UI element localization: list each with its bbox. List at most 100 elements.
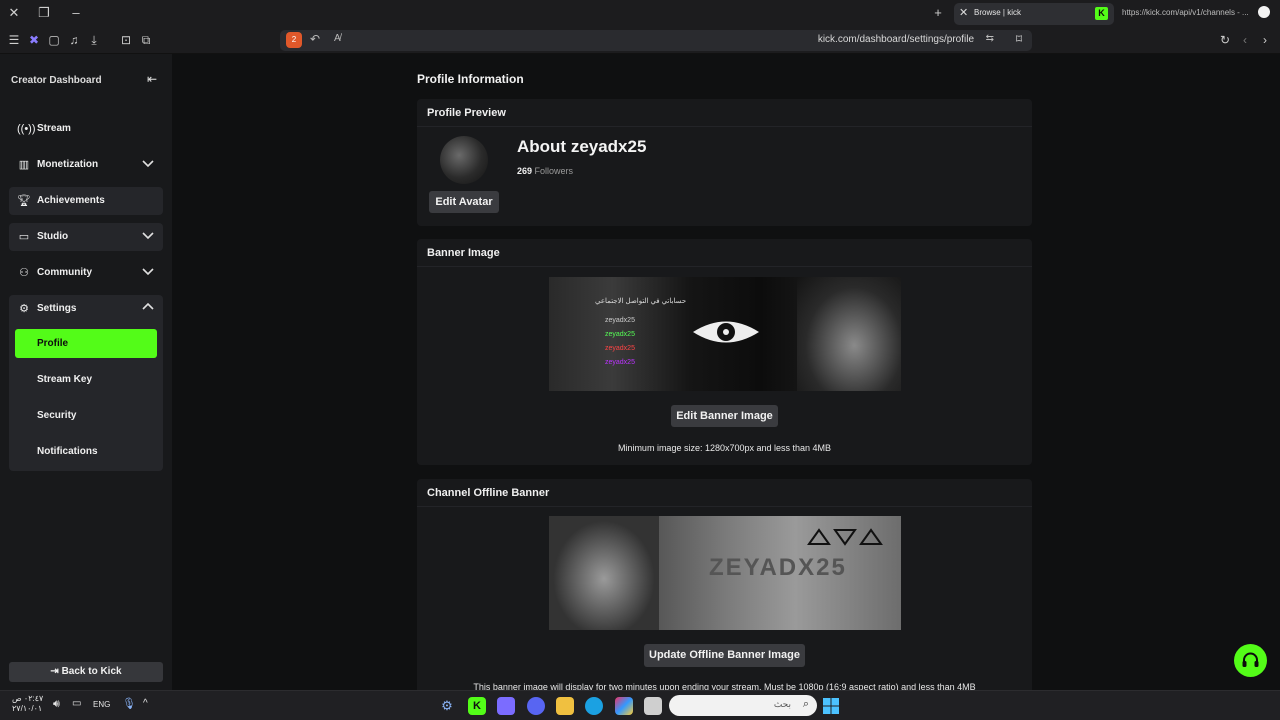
microphone-icon[interactable]: 🎙︎	[122, 697, 136, 710]
offline-banner-image: ZEYADX25	[549, 516, 901, 630]
banner-image-card: Banner Image حساباتي في التواصل الاجتماع…	[417, 239, 1032, 465]
new-tab-icon[interactable]: +	[928, 4, 948, 22]
chevron-down-icon	[142, 232, 154, 240]
file-explorer-icon[interactable]	[556, 697, 574, 715]
card-header: Banner Image	[417, 239, 1032, 267]
sidebar-item-label: Community	[37, 267, 92, 278]
url-text[interactable]: kick.com/dashboard/settings/profile	[818, 34, 974, 45]
kick-favicon-icon: K	[1095, 7, 1108, 20]
offline-banner-card: Channel Offline Banner ZEYADX25 Update O…	[417, 479, 1032, 690]
sidebar-title: Creator Dashboard	[11, 75, 102, 86]
close-tab-icon[interactable]: ✕	[959, 6, 968, 19]
sidebar-sub-notifications[interactable]: Notifications	[15, 437, 157, 466]
network-icon[interactable]: ▭	[72, 698, 81, 709]
character-artwork	[797, 277, 901, 391]
tab-favicon-icon	[1258, 6, 1270, 18]
sidebar-item-monetization[interactable]: ▥ Monetization	[9, 151, 163, 179]
sidebar-sub-security[interactable]: Security	[15, 401, 157, 430]
sidebar-sub-stream-key[interactable]: Stream Key	[15, 365, 157, 394]
shield-count: 2	[291, 35, 297, 44]
banner-overlay-line: zeyadx25	[605, 345, 635, 352]
sidebar-item-stream[interactable]: ((•)) Stream	[9, 115, 163, 143]
tab-api-channels[interactable]: https://kick.com/api/v1/channels - ...	[1122, 5, 1262, 21]
headset-icon	[1242, 652, 1259, 667]
edit-avatar-button[interactable]: Edit Avatar	[429, 191, 499, 213]
sidebar-item-settings[interactable]: ⚙ Settings	[9, 295, 163, 323]
screenshot-icon[interactable]: ⊡	[117, 31, 135, 49]
sidebar-item-label: Settings	[37, 303, 77, 314]
windows-start-icon[interactable]	[822, 697, 840, 715]
copilot-icon[interactable]	[615, 697, 633, 715]
clock-date: ٢٧/١٠/٠١	[12, 704, 43, 713]
back-arrow-icon[interactable]: ‹	[1236, 31, 1254, 49]
site-settings-icon[interactable]: ⇆	[986, 33, 994, 44]
taskbar: ٠٢:٤٧ ص ٢٧/١٠/٠١ 🔊︎ ▭ ENG 🎙︎ ^ ⚙ K بحث ⌕	[0, 690, 1280, 720]
banner-overlay-heading: حساباتي في التواصل الاجتماعي	[595, 298, 687, 305]
address-bar[interactable]: 2 ↶ A̸ kick.com/dashboard/settings/profi…	[280, 30, 1032, 51]
card-header: Profile Preview	[417, 99, 1032, 127]
help-chat-button[interactable]	[1234, 644, 1267, 677]
broadcast-icon: ((•))	[17, 123, 36, 135]
app-logo-icon[interactable]: ✖	[25, 31, 43, 49]
volume-icon[interactable]: 🔊︎	[53, 698, 60, 711]
back-to-kick-label: Back to Kick	[61, 666, 122, 677]
followers-count: 269 Followers	[517, 166, 573, 176]
banner-overlay-line: zeyadx25	[605, 359, 635, 366]
sidebar-item-label: Stream	[37, 123, 71, 134]
browser-titlebar: ✕ ❐ – + ✕ Browse | kick K https://kick.c…	[0, 0, 1280, 27]
undo-icon[interactable]: ↶	[310, 32, 320, 46]
kick-app-icon[interactable]: K	[468, 697, 486, 715]
tab-browse-kick[interactable]: ✕ Browse | kick K	[954, 3, 1114, 25]
sidebar-item-studio[interactable]: ▭ Studio	[9, 223, 163, 251]
sidebar-toggle-icon[interactable]: ▢	[45, 31, 63, 49]
users-icon: ⚇	[19, 267, 29, 279]
restore-window-icon[interactable]: ❐	[34, 4, 54, 22]
discord-icon[interactable]	[527, 697, 545, 715]
forward-arrow-icon[interactable]: ›	[1256, 31, 1274, 49]
collapse-sidebar-icon[interactable]: ⇤	[147, 72, 157, 86]
offline-art-text: ZEYADX25	[709, 554, 847, 581]
card-title: Banner Image	[427, 247, 500, 259]
windows-logo-icon	[823, 698, 839, 714]
reload-icon[interactable]: ↻	[1216, 31, 1234, 49]
profile-preview-card: Profile Preview Edit Avatar About zeyadx…	[417, 99, 1032, 226]
app-window-icon[interactable]	[644, 697, 662, 715]
sidebar-item-achievements[interactable]: 🏆︎ Achievements	[9, 187, 163, 215]
edge-icon[interactable]	[585, 697, 603, 715]
extensions-icon[interactable]: ⧉	[137, 31, 155, 49]
menu-icon[interactable]: ☰	[5, 31, 23, 49]
card-header: Channel Offline Banner	[417, 479, 1032, 507]
back-to-kick-button[interactable]: ⇥ Back to Kick	[9, 662, 163, 682]
search-icon: ⌕	[802, 698, 809, 710]
steam-icon[interactable]: ⚙	[438, 697, 456, 715]
taskbar-search[interactable]: بحث ⌕	[669, 695, 817, 716]
clock-time: ٠٢:٤٧ ص	[12, 694, 44, 703]
exit-icon: ⇥	[50, 666, 62, 677]
language-indicator[interactable]: ENG	[93, 700, 110, 709]
download-icon[interactable]: ⤓	[85, 31, 103, 49]
followers-number: 269	[517, 166, 533, 176]
chevron-up-icon[interactable]: ^	[143, 698, 148, 709]
sidebar-sub-profile[interactable]: Profile	[15, 329, 157, 358]
shield-icon[interactable]: 2	[286, 32, 302, 48]
avatar	[440, 136, 488, 184]
card-title: Channel Offline Banner	[427, 487, 550, 499]
trophy-icon: 🏆︎	[17, 195, 31, 207]
sidebar-sub-label: Notifications	[37, 446, 98, 457]
gear-icon: ⚙	[19, 303, 29, 315]
chart-icon: ▥	[18, 159, 30, 171]
studio-icon: ▭	[18, 231, 30, 243]
clock[interactable]: ٠٢:٤٧ ص ٢٧/١٠/٠١	[12, 694, 43, 714]
followers-label: Followers	[534, 166, 574, 176]
minimize-window-icon[interactable]: –	[66, 4, 86, 22]
translate-icon[interactable]: A̸	[334, 33, 341, 44]
edit-banner-button[interactable]: Edit Banner Image	[671, 405, 778, 427]
sidebar-sub-label: Stream Key	[37, 374, 93, 385]
close-window-icon[interactable]: ✕	[4, 4, 24, 22]
bookmark-icon[interactable]: ⌑	[1016, 32, 1022, 46]
chevron-up-icon	[142, 302, 154, 310]
sidebar-item-community[interactable]: ⚇ Community	[9, 259, 163, 287]
music-icon[interactable]: ♫	[65, 31, 83, 49]
update-offline-banner-button[interactable]: Update Offline Banner Image	[644, 644, 805, 667]
browser-app-icon[interactable]	[497, 697, 515, 715]
